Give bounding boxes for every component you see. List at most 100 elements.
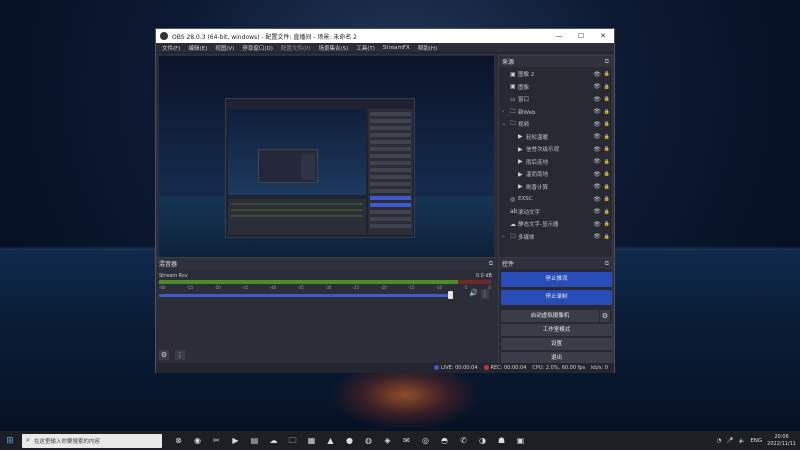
lock-icon[interactable]: 🔒 — [602, 234, 612, 240]
undock-icon[interactable]: ⧉ — [605, 260, 609, 268]
stop-streaming-button[interactable]: 停止推流 — [501, 272, 612, 287]
source-item[interactable]: ▶ 轻松温暖 👁 🔒 — [499, 131, 612, 144]
speaker-icon[interactable]: 🔊 — [469, 289, 478, 297]
menu-item[interactable]: StreamFX — [379, 45, 414, 51]
mixer-settings-icon[interactable]: ⚙ — [159, 350, 169, 360]
visibility-icon[interactable]: 👁 — [592, 71, 602, 78]
chrome-icon[interactable]: ◍ — [362, 434, 375, 447]
source-item[interactable]: ▶ 信誉次级乐观 👁 🔒 — [499, 143, 612, 156]
source-item[interactable]: ☁ 静态文字-显示器 👁 🔒 — [499, 218, 612, 231]
visibility-icon[interactable]: 👁 — [592, 233, 602, 240]
lock-icon[interactable]: 🔒 — [602, 109, 612, 115]
settings-button[interactable]: 设置 — [501, 338, 612, 350]
menu-item[interactable]: 文件(F) — [158, 44, 184, 52]
edge-icon[interactable]: ◓ — [438, 434, 451, 447]
lock-icon[interactable]: 🔒 — [602, 171, 612, 177]
undock-icon[interactable]: ⧉ — [605, 58, 609, 66]
lock-icon[interactable]: 🔒 — [602, 84, 612, 90]
source-item[interactable]: ▶ 温而南地 👁 🔒 — [499, 168, 612, 181]
discord-icon[interactable]: ◑ — [476, 434, 489, 447]
source-item[interactable]: › 🗀 新Web 👁 🔒 — [499, 106, 612, 119]
mixer-menu-icon[interactable]: ⋮ — [175, 350, 185, 360]
folder-icon[interactable]: 🗀 — [286, 434, 299, 447]
menu-item[interactable]: 停靠窗口(D) — [238, 44, 277, 52]
volume-icon[interactable]: 🔈 — [738, 438, 745, 444]
mail-icon[interactable]: ✆ — [457, 434, 470, 447]
lock-icon[interactable]: 🔒 — [602, 71, 612, 77]
vpn-icon[interactable]: ◈ — [381, 434, 394, 447]
menu-item[interactable]: 工具(T) — [352, 44, 379, 52]
mic-icon[interactable]: 🎤 — [727, 438, 734, 444]
notes-icon[interactable]: ▦ — [305, 434, 318, 447]
visibility-icon[interactable]: 👁 — [592, 196, 602, 203]
expander-icon[interactable]: › — [502, 234, 510, 240]
lock-icon[interactable]: 🔒 — [602, 134, 612, 140]
clock[interactable]: 20:06 2022/11/11 — [767, 434, 796, 448]
lock-icon[interactable]: 🔒 — [602, 159, 612, 165]
cloud-icon[interactable]: ☁ — [267, 434, 280, 447]
visibility-icon[interactable]: 👁 — [592, 158, 602, 165]
virtual-camera-settings-icon[interactable]: ⚙ — [600, 310, 610, 322]
maximize-button[interactable]: ☐ — [570, 29, 592, 43]
visibility-icon[interactable]: 👁 — [592, 96, 602, 103]
volume-fader-handle[interactable] — [447, 291, 453, 299]
lock-icon[interactable]: 🔒 — [602, 146, 612, 152]
lock-icon[interactable]: 🔒 — [602, 196, 612, 202]
expander-icon[interactable]: › — [502, 109, 510, 115]
game2-icon[interactable]: ☗ — [495, 434, 508, 447]
source-item[interactable]: › 🗀 多媒体 👁 🔒 — [499, 231, 612, 244]
obs-record-icon[interactable]: ● — [343, 434, 356, 447]
menu-item[interactable]: 场景集合(S) — [314, 44, 352, 52]
menu-item[interactable]: 视图(V) — [211, 44, 238, 52]
visibility-icon[interactable]: 👁 — [592, 133, 602, 140]
lock-icon[interactable]: 🔒 — [602, 209, 612, 215]
minimize-button[interactable]: — — [548, 29, 570, 43]
studio-mode-button[interactable]: 工作室模式 — [501, 324, 612, 336]
visibility-icon[interactable]: 👁 — [592, 183, 602, 190]
preview-canvas[interactable] — [159, 56, 494, 280]
stop-recording-button[interactable]: 停止录制 — [501, 290, 612, 305]
source-item[interactable]: ▣ 图像 👁 🔒 — [499, 81, 612, 94]
lock-icon[interactable]: 🔒 — [602, 184, 612, 190]
app2-icon[interactable]: ▣ — [514, 434, 527, 447]
wechat-icon[interactable]: ✉ — [400, 434, 413, 447]
lock-icon[interactable]: 🔒 — [602, 121, 612, 127]
virtual-camera-button[interactable]: 启动虚拟摄像机 — [501, 310, 599, 322]
more-options-icon[interactable]: ⋮ — [481, 289, 489, 299]
windows-start-icon[interactable]: ⊞ — [2, 436, 18, 446]
source-item[interactable]: ▶ 雨后连地 👁 🔒 — [499, 156, 612, 169]
app-icon[interactable]: ▤ — [248, 434, 261, 447]
obs-icon[interactable]: ◉ — [191, 434, 204, 447]
lock-icon[interactable]: 🔒 — [602, 221, 612, 227]
photo-icon[interactable]: ▲ — [324, 434, 337, 447]
menu-item[interactable]: 帮助(H) — [414, 44, 441, 52]
source-item[interactable]: ▶ 刷香计算 👁 🔒 — [499, 181, 612, 194]
lock-icon[interactable]: 🔒 — [602, 96, 612, 102]
visibility-icon[interactable]: 👁 — [592, 121, 602, 128]
volume-fader-track[interactable] — [159, 294, 450, 297]
source-item[interactable]: ▭ 窗口 👁 🔒 — [499, 93, 612, 106]
visibility-icon[interactable]: 👁 — [592, 171, 602, 178]
taskbar-search[interactable]: ⌕ 在这里输入你要搜索的内容 — [22, 433, 162, 448]
network-icon[interactable]: ◔ — [717, 438, 722, 444]
source-item[interactable]: ▣ 图像 2 👁 🔒 — [499, 68, 612, 81]
source-item[interactable]: ab 滚动文字 👁 🔒 — [499, 206, 612, 219]
visibility-icon[interactable]: 👁 — [592, 208, 602, 215]
xbox-icon[interactable]: ⊗ — [172, 434, 185, 447]
visibility-icon[interactable]: 👁 — [592, 83, 602, 90]
source-item[interactable]: ⌄ 🗀 视频 👁 🔒 — [499, 118, 612, 131]
menu-item[interactable]: 编辑(E) — [184, 44, 211, 52]
visibility-icon[interactable]: 👁 — [592, 108, 602, 115]
expander-icon[interactable]: ⌄ — [502, 121, 510, 127]
close-button[interactable]: ✕ — [592, 29, 614, 43]
steam-icon[interactable]: ◎ — [419, 434, 432, 447]
menu-item[interactable]: 配置文件(P) — [277, 44, 315, 52]
undock-icon[interactable]: ⧉ — [489, 260, 493, 268]
game-icon[interactable]: ▶ — [229, 434, 242, 447]
title-bar[interactable]: OBS 28.0.3 (64-bit, windows) - 配置文件: 直播间… — [156, 29, 614, 43]
visibility-icon[interactable]: 👁 — [592, 146, 602, 153]
source-item[interactable]: ◎ EXSC 👁 🔒 — [499, 193, 612, 206]
visibility-icon[interactable]: 👁 — [592, 221, 602, 228]
media-icon[interactable]: ✂ — [210, 434, 223, 447]
language-indicator[interactable]: ENG — [750, 438, 762, 444]
